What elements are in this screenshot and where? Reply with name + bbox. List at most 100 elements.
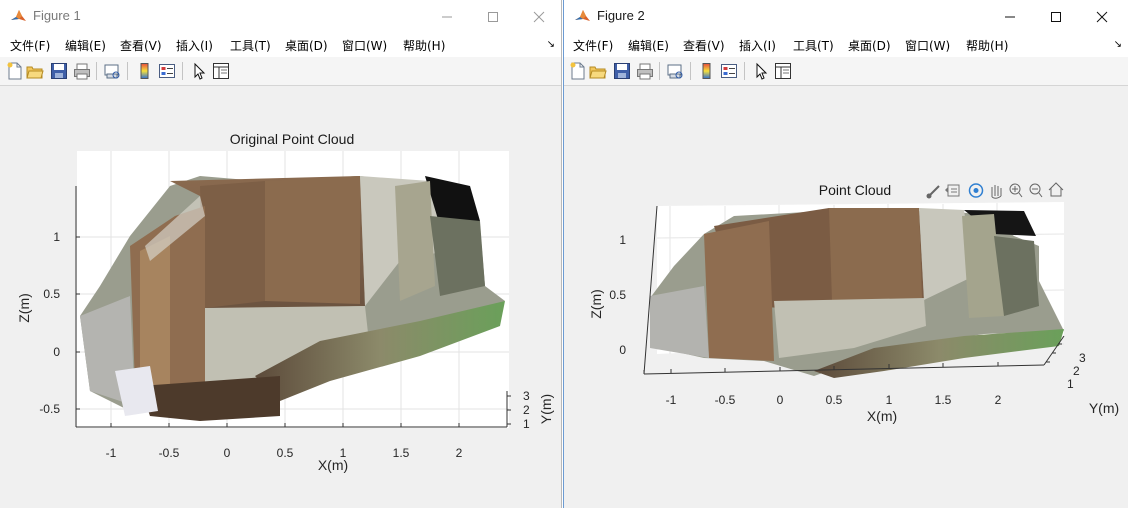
x-tick-label: 1.5 (393, 446, 410, 460)
x-tick-labels: -1 -0.5 0 0.5 1 1.5 2 (106, 446, 463, 460)
z-axis-label: Z(m) (588, 289, 604, 319)
x-tick-label: 1 (886, 393, 893, 407)
menu-file[interactable]: 文件(F) (10, 37, 50, 54)
menu-view[interactable]: 查看(V) (683, 37, 725, 54)
figure-toolbar (564, 57, 1128, 86)
save-icon[interactable] (613, 62, 631, 80)
property-inspector-icon[interactable] (212, 62, 230, 80)
insert-legend-icon[interactable] (158, 62, 176, 80)
menu-bar: 文件(F) 编辑(E) 查看(V) 插入(I) 工具(T) 桌面(D) 窗口(W… (0, 33, 561, 57)
plot-title: Point Cloud (819, 182, 891, 198)
minimize-icon (1005, 16, 1015, 17)
x-tick-label: 0.5 (277, 446, 294, 460)
toolbar-separator (182, 62, 183, 80)
print-preview-icon[interactable] (666, 62, 684, 80)
z-tick-label: 0 (53, 345, 60, 359)
toolbar-separator (659, 62, 660, 80)
insert-colorbar-icon[interactable] (136, 62, 154, 80)
new-figure-icon[interactable] (6, 62, 24, 80)
menu-help[interactable]: 帮助(H) (966, 37, 1008, 54)
zoom-in-icon[interactable] (1009, 183, 1023, 198)
axes-3d[interactable]: Point Cloud 0 0.5 1 -1 -0.5 0 0.5 1 1.5 … (564, 86, 1128, 508)
menu-desktop[interactable]: 桌面(D) (848, 37, 891, 54)
y-tick-label: 1 (523, 417, 530, 431)
maximize-button[interactable] (1033, 0, 1079, 33)
zoom-out-icon[interactable] (1029, 183, 1043, 198)
minimize-button[interactable] (987, 0, 1033, 33)
property-inspector-icon[interactable] (774, 62, 792, 80)
close-button[interactable] (516, 0, 561, 33)
open-file-icon[interactable] (26, 62, 44, 80)
close-button[interactable] (1079, 0, 1125, 33)
y-tick-label: 1 (1067, 377, 1074, 391)
x-tick-label: -0.5 (159, 446, 180, 460)
print-preview-icon[interactable] (103, 62, 121, 80)
z-tick-label: 1 (53, 230, 60, 244)
axes-3d[interactable]: Original Point Cloud -0.5 0 0.5 1 -1 -0.… (0, 86, 562, 508)
menu-tools[interactable]: 工具(T) (793, 37, 834, 54)
y-axis-label: Y(m) (1089, 400, 1119, 416)
save-icon[interactable] (50, 62, 68, 80)
z-tick-label: -0.5 (39, 402, 60, 416)
print-icon[interactable] (636, 62, 654, 80)
x-tick-labels: -1 -0.5 0 0.5 1 1.5 2 (666, 393, 1002, 407)
x-tick-label: 0 (777, 393, 784, 407)
insert-legend-icon[interactable] (720, 62, 738, 80)
menu-edit[interactable]: 编辑(E) (65, 37, 106, 54)
menu-edit[interactable]: 编辑(E) (628, 37, 669, 54)
dock-arrow-icon[interactable]: ↘ (1114, 39, 1122, 50)
x-tick-label: -1 (106, 446, 117, 460)
z-tick-label: 0.5 (609, 288, 626, 302)
menu-desktop[interactable]: 桌面(D) (285, 37, 328, 54)
dock-arrow-icon[interactable]: ↘ (547, 39, 555, 50)
x-tick-label: 1.5 (935, 393, 952, 407)
z-tick-labels: -0.5 0 0.5 1 (39, 230, 60, 416)
x-tick-label: 0 (224, 446, 231, 460)
figure-2-window: Figure 2 文件(F) 编辑(E) 查看(V) 插入(I) 工具(T) 桌… (563, 0, 1128, 508)
z-tick-label: 1 (619, 233, 626, 247)
figure-1-window: Figure 1 文件(F) 编辑(E) 查看(V) 插入(I) 工具(T) 桌… (0, 0, 562, 508)
toolbar-separator (127, 62, 128, 80)
matlab-logo-icon (574, 8, 591, 25)
menu-help[interactable]: 帮助(H) (403, 37, 445, 54)
y-axis-label: Y(m) (538, 394, 554, 424)
close-icon (1096, 11, 1108, 22)
title-bar[interactable]: Figure 2 (564, 0, 1128, 33)
matlab-logo-icon (10, 8, 27, 25)
point-cloud (650, 208, 1064, 378)
window-title: Figure 2 (597, 8, 645, 23)
y-tick-label: 3 (1079, 351, 1086, 365)
x-axis-label: X(m) (867, 408, 897, 424)
title-bar[interactable]: Figure 1 (0, 0, 561, 33)
minimize-icon (442, 16, 452, 17)
menu-insert[interactable]: 插入(I) (739, 37, 776, 54)
data-tips-icon[interactable] (945, 184, 960, 197)
menu-tools[interactable]: 工具(T) (230, 37, 271, 54)
y-tick-labels: 1 2 3 (523, 389, 530, 431)
z-axis-label: Z(m) (16, 293, 32, 323)
menu-window[interactable]: 窗口(W) (342, 37, 387, 54)
menu-view[interactable]: 查看(V) (120, 37, 162, 54)
toolbar-separator (690, 62, 691, 80)
edit-plot-icon[interactable] (752, 62, 770, 80)
menu-insert[interactable]: 插入(I) (176, 37, 213, 54)
x-tick-label: -1 (666, 393, 677, 407)
minimize-button[interactable] (424, 0, 470, 33)
home-icon[interactable] (1048, 182, 1064, 197)
rotate-3d-icon[interactable] (968, 183, 984, 198)
z-tick-label: 0.5 (43, 287, 60, 301)
edit-plot-icon[interactable] (190, 62, 208, 80)
menu-window[interactable]: 窗口(W) (905, 37, 950, 54)
menu-file[interactable]: 文件(F) (573, 37, 613, 54)
open-file-icon[interactable] (589, 62, 607, 80)
brush-icon[interactable] (926, 185, 940, 199)
x-tick-label: -0.5 (715, 393, 736, 407)
maximize-button[interactable] (470, 0, 516, 33)
menu-bar: 文件(F) 编辑(E) 查看(V) 插入(I) 工具(T) 桌面(D) 窗口(W… (564, 33, 1128, 57)
new-figure-icon[interactable] (569, 62, 587, 80)
window-title: Figure 1 (33, 8, 81, 23)
y-tick-label: 2 (1073, 364, 1080, 378)
print-icon[interactable] (73, 62, 91, 80)
insert-colorbar-icon[interactable] (698, 62, 716, 80)
pan-icon[interactable] (991, 185, 1002, 199)
